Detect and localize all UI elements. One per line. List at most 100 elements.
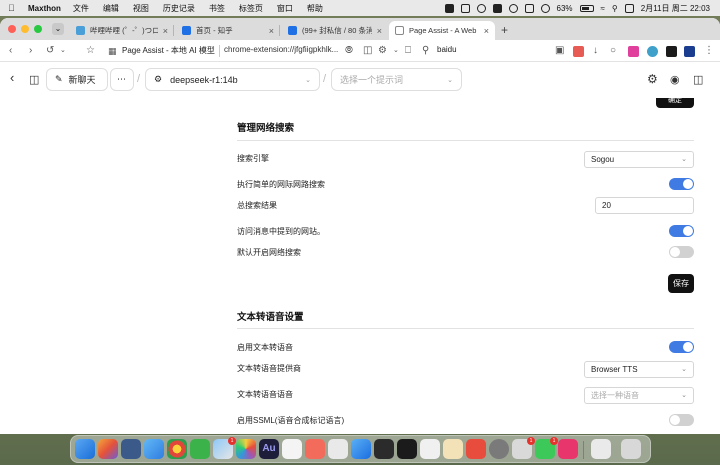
tab-zhihu-messages[interactable]: (99+ 封私信 / 80 条消息 × [282, 21, 388, 40]
default-web-search-toggle[interactable] [669, 246, 694, 258]
reminders-icon[interactable] [328, 439, 348, 459]
status-app-icon[interactable] [444, 3, 454, 13]
more-menu-icon[interactable]: ⋮ [704, 44, 714, 58]
status-app2-icon[interactable] [492, 3, 502, 13]
download-icon[interactable]: ↓ [593, 44, 598, 58]
bookmark-star-icon[interactable]: ☆ [86, 44, 95, 58]
extension-blue-icon[interactable] [684, 46, 695, 57]
model-selector[interactable]: ⚙ deepseek-r1:14b ⌄ [145, 68, 320, 91]
translate-icon[interactable]: ⚙ [378, 44, 387, 58]
screenshot-icon[interactable]: ▣ [555, 44, 564, 58]
settings-gear-icon[interactable]: ⚙ [647, 72, 658, 86]
menu-history[interactable]: 历史记录 [163, 3, 195, 14]
finder-icon[interactable] [75, 439, 95, 459]
notes-icon[interactable] [282, 439, 302, 459]
status-circle-icon[interactable] [476, 3, 486, 13]
back-chevron-icon[interactable]: ‹ [10, 70, 14, 85]
more-options-button[interactable]: ⋯ [110, 68, 134, 91]
app-pink-icon[interactable] [558, 439, 578, 459]
status-frame-icon[interactable] [524, 3, 534, 13]
enable-tts-toggle[interactable] [669, 341, 694, 353]
forward-arrow-icon[interactable]: › [29, 44, 32, 58]
close-window-button[interactable] [8, 25, 16, 33]
cast-icon[interactable]: ⎕ [405, 44, 411, 58]
menubar-clock[interactable]: 2月11日 周二 22:03 [641, 3, 710, 14]
audition-icon[interactable]: Au [259, 439, 279, 459]
menu-window[interactable]: 窗口 [277, 3, 293, 14]
minimize-window-button[interactable] [21, 25, 29, 33]
chat-history-icon[interactable]: ◫ [693, 73, 703, 86]
github-icon[interactable]: ◉ [670, 73, 680, 86]
battery-icon[interactable] [579, 4, 594, 12]
downloads-folder-icon[interactable] [591, 439, 611, 459]
close-tab-icon[interactable]: × [269, 26, 274, 36]
status-window-icon[interactable] [460, 3, 470, 13]
extension-dark-icon[interactable] [666, 46, 677, 57]
terminal-icon[interactable] [374, 439, 394, 459]
control-center-icon[interactable] [624, 3, 634, 13]
url-field[interactable]: chrome-extension://jfgfiigpkhlk... [224, 45, 338, 54]
ssml-toggle[interactable] [669, 414, 694, 426]
zoom-window-button[interactable] [34, 25, 42, 33]
close-tab-icon[interactable]: × [163, 26, 168, 36]
terminal-dark-icon[interactable] [397, 439, 417, 459]
tab-bilibili[interactable]: 哔哩哔哩 (゜-゜)つロ 干 × [70, 21, 174, 40]
read-aloud-icon[interactable]: ⦾ [345, 44, 353, 58]
app-notebook-icon[interactable] [443, 439, 463, 459]
chat-bubble-icon[interactable]: ○ [610, 44, 616, 58]
menu-file[interactable]: 文件 [73, 3, 89, 14]
search-field[interactable]: baidu [437, 45, 457, 54]
system-settings-icon[interactable] [489, 439, 509, 459]
status-dot-icon[interactable] [540, 3, 550, 13]
tts-provider-select[interactable]: Browser TTS ⌄ [584, 361, 694, 378]
prompt-selector[interactable]: 选择一个提示词 ⌄ [331, 68, 462, 91]
tts-voice-select[interactable]: 选择一种语音 ⌄ [584, 387, 694, 404]
trash-icon[interactable] [621, 439, 641, 459]
menu-bookmarks[interactable]: 书签 [209, 3, 225, 14]
menu-edit[interactable]: 编辑 [103, 3, 119, 14]
translate-chevron-icon[interactable]: ⌄ [393, 44, 399, 58]
tab-list-chevron-icon[interactable]: ⌄ [52, 23, 64, 35]
menu-help[interactable]: 帮助 [307, 3, 323, 14]
web-search-save-button[interactable]: 保存 [668, 274, 694, 293]
reload-menu-chevron-icon[interactable]: ⌄ [60, 44, 66, 58]
extension-red-icon[interactable] [573, 46, 584, 57]
messages-icon[interactable]: 1 [535, 437, 558, 459]
search-engine-select[interactable]: Sogou ⌄ [584, 151, 694, 168]
apple-menu-icon[interactable]:  [8, 3, 22, 13]
menu-tabs[interactable]: 标签页 [239, 3, 263, 14]
wifi-icon[interactable]: ≈ [601, 4, 605, 13]
close-tab-icon[interactable]: × [484, 26, 489, 36]
top-save-button[interactable]: 确定 [656, 98, 694, 108]
safari-icon[interactable] [144, 439, 164, 459]
visit-urls-toggle[interactable] [669, 225, 694, 237]
photos-icon[interactable] [236, 439, 256, 459]
menu-view[interactable]: 视图 [133, 3, 149, 14]
extension-pink-icon[interactable] [628, 46, 639, 57]
close-tab-icon[interactable]: × [377, 26, 382, 36]
extension-cloud-icon[interactable] [647, 46, 658, 57]
wechat-icon[interactable] [190, 439, 210, 459]
ollama-icon[interactable] [420, 439, 440, 459]
app-gray-icon[interactable]: 1 [512, 437, 535, 459]
status-ring-icon[interactable] [508, 3, 518, 13]
back-arrow-icon[interactable]: ‹ [9, 44, 12, 58]
reload-icon[interactable]: ↺ [46, 44, 54, 58]
new-tab-plus-icon[interactable]: + [501, 23, 508, 37]
mission-control-icon[interactable] [121, 439, 141, 459]
mail-icon[interactable]: 1 [213, 437, 236, 459]
menubar-app-name[interactable]: Maxthon [28, 4, 61, 13]
new-chat-button[interactable]: ✎ 新聊天 [46, 68, 108, 91]
app-store-icon[interactable] [351, 439, 371, 459]
total-results-input[interactable]: 20 [595, 197, 694, 214]
app-redpanda-icon[interactable] [466, 439, 486, 459]
simple-search-toggle[interactable] [669, 178, 694, 190]
app-red-icon[interactable] [305, 439, 325, 459]
reader-mode-icon[interactable]: ◫ [363, 44, 372, 58]
launchpad-icon[interactable] [98, 439, 118, 459]
tab-page-assist[interactable]: Page Assist - A Web UI × [389, 21, 495, 40]
sidebar-toggle-icon[interactable]: ◫ [29, 73, 39, 86]
chrome-icon[interactable] [167, 439, 187, 459]
tab-zhihu-home[interactable]: 首页 - 知乎 × [176, 21, 280, 40]
search-icon[interactable]: ⚲ [612, 4, 618, 13]
